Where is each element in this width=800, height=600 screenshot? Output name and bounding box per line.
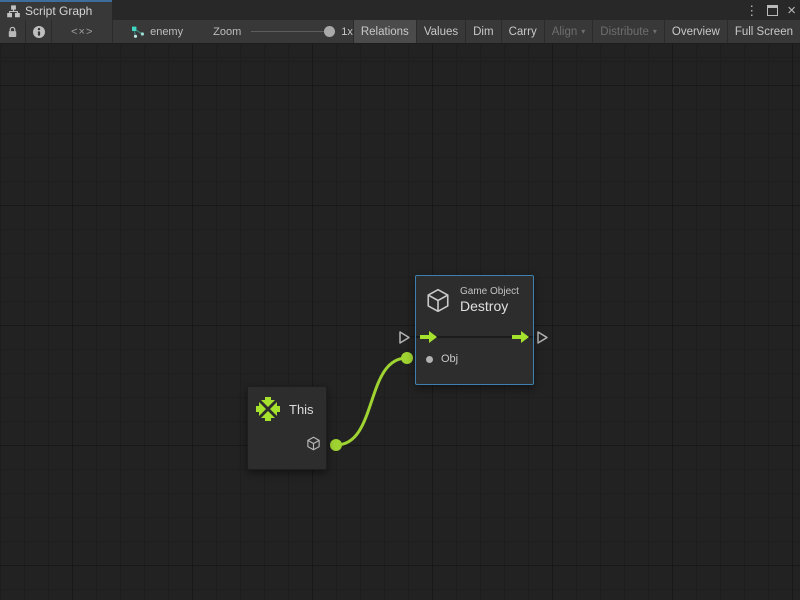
graph-name-label: enemy — [150, 26, 183, 38]
connection-wire — [0, 44, 800, 600]
graph-asset-icon — [131, 25, 145, 39]
maximize-icon[interactable] — [767, 5, 778, 16]
distribute-dropdown[interactable]: Distribute ▾ — [593, 20, 665, 43]
dropdown-caret-icon: ▾ — [653, 28, 657, 36]
overview-button[interactable]: Overview — [665, 20, 728, 43]
toolbar-toggles: Relations Values Dim Carry Align ▾ Distr… — [353, 20, 800, 43]
window-controls: ⋮ × — [745, 0, 796, 20]
node-destroy[interactable]: Game Object Destroy Obj — [415, 275, 534, 385]
wire-start-dot — [330, 439, 342, 451]
gameobject-cube-icon — [425, 287, 451, 314]
zoom-label: Zoom — [213, 26, 241, 38]
code-icon: <×> — [71, 26, 93, 38]
align-dropdown[interactable]: Align ▾ — [545, 20, 594, 43]
lock-button[interactable] — [0, 20, 26, 43]
carry-toggle[interactable]: Carry — [502, 20, 545, 43]
full-screen-button[interactable]: Full Screen — [728, 20, 800, 43]
value-port-dot-icon — [426, 356, 433, 363]
menu-icon[interactable]: ⋮ — [745, 4, 758, 17]
close-icon[interactable]: × — [787, 3, 796, 18]
zoom-value: 1x — [341, 26, 353, 38]
script-graph-window: Script Graph ⋮ × <×> — [0, 0, 800, 600]
flow-output-port[interactable] — [536, 330, 549, 345]
zoom-slider-handle[interactable] — [324, 26, 335, 37]
zoom-slider[interactable] — [251, 31, 333, 32]
this-converge-icon — [255, 396, 281, 422]
value-port-row[interactable]: Obj — [426, 353, 458, 365]
tab-script-graph[interactable]: Script Graph — [0, 0, 112, 20]
lock-icon — [6, 25, 19, 39]
value-port-label: Obj — [441, 353, 458, 365]
flow-in-arrow-icon[interactable] — [420, 331, 437, 343]
tab-bar: Script Graph ⋮ × — [0, 0, 800, 20]
dim-toggle[interactable]: Dim — [466, 20, 501, 43]
node-title: This — [289, 402, 314, 417]
info-icon — [32, 25, 46, 39]
zoom-control: Zoom 1x — [213, 20, 353, 43]
graph-toolbar: <×> enemy Zoom 1x Relations Values Dim C… — [0, 20, 800, 44]
graph-reference[interactable]: enemy — [131, 20, 183, 43]
graph-hierarchy-icon — [7, 5, 20, 18]
values-toggle[interactable]: Values — [417, 20, 466, 43]
tab-title: Script Graph — [25, 4, 92, 18]
info-button[interactable] — [26, 20, 52, 43]
dropdown-caret-icon: ▾ — [581, 28, 585, 36]
graph-canvas[interactable]: This Game Object Destroy — [0, 44, 800, 600]
node-header: Game Object Destroy — [425, 285, 519, 315]
flow-out-arrow-icon[interactable] — [512, 331, 529, 343]
node-supertitle: Game Object — [460, 285, 519, 298]
code-view-button[interactable]: <×> — [52, 20, 113, 43]
wire-end-dot — [401, 352, 413, 364]
flow-input-port[interactable] — [398, 330, 411, 345]
gameobject-output-port[interactable] — [306, 436, 321, 451]
relations-toggle[interactable]: Relations — [353, 20, 417, 43]
node-title: Destroy — [460, 298, 519, 315]
node-this[interactable]: This — [247, 386, 327, 470]
